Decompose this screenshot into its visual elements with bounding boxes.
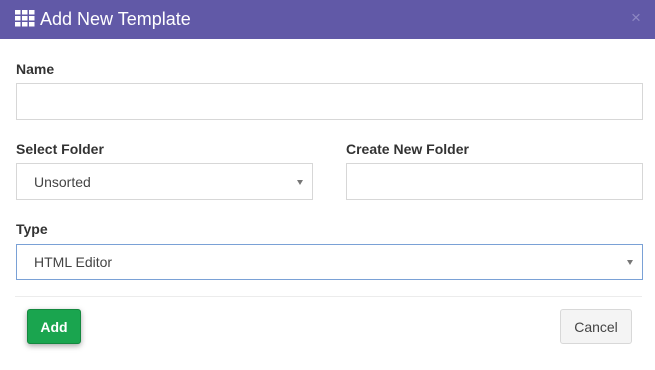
name-label: Name bbox=[16, 61, 55, 77]
modal-title: Add New Template bbox=[40, 9, 191, 29]
select-folder-label: Select Folder bbox=[16, 141, 104, 157]
grid-icon bbox=[15, 10, 35, 27]
type-label: Type bbox=[16, 221, 48, 237]
modal-header: Add New Template × bbox=[0, 0, 655, 39]
add-button[interactable]: Add bbox=[27, 309, 81, 344]
type-value: HTML Editor bbox=[34, 254, 113, 270]
create-new-folder-label: Create New Folder bbox=[346, 141, 469, 157]
chevron-down-icon bbox=[297, 179, 303, 185]
footer-divider bbox=[15, 296, 642, 297]
chevron-down-icon bbox=[627, 260, 633, 265]
select-folder-value: Unsorted bbox=[34, 173, 91, 190]
add-template-modal: Add New Template × Name Select Folder Un… bbox=[0, 0, 655, 370]
create-new-folder-input[interactable] bbox=[346, 163, 643, 200]
close-icon[interactable]: × bbox=[629, 9, 643, 26]
name-input[interactable] bbox=[16, 83, 643, 120]
type-dropdown[interactable]: HTML Editor bbox=[16, 244, 643, 280]
cancel-button[interactable]: Cancel bbox=[560, 309, 632, 344]
select-folder-dropdown[interactable]: Unsorted bbox=[16, 163, 313, 200]
